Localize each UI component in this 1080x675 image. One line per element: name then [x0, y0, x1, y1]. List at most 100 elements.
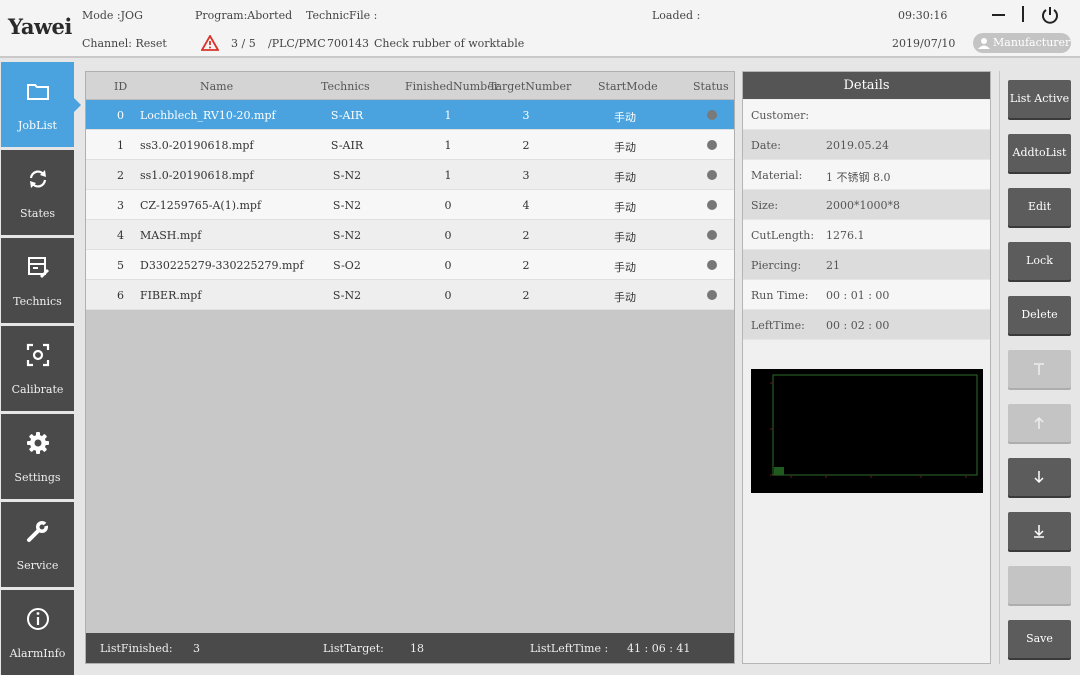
detail-row: Material: 1 不锈钢 8.0 — [743, 160, 990, 190]
detail-row: Size: 2000*1000*8 — [743, 190, 990, 220]
move-up-icon — [1034, 416, 1044, 429]
detail-key: CutLength: — [751, 229, 815, 242]
user-badge[interactable]: Manufacturer — [973, 33, 1071, 53]
list-target-label: ListTarget: — [323, 642, 384, 655]
delete-button[interactable]: Delete — [1008, 296, 1071, 334]
cell-startmode: 手动 — [614, 111, 636, 124]
edit-button[interactable]: Edit — [1008, 188, 1071, 226]
detail-value: 2000*1000*8 — [826, 199, 900, 212]
cell-target: 2 — [522, 259, 530, 272]
cell-finished: 0 — [444, 199, 452, 212]
program-status: Program:Aborted — [195, 9, 293, 22]
sidebar-item-states[interactable]: States — [1, 150, 74, 235]
status-indicator — [707, 170, 717, 180]
list-finished-label: ListFinished: — [100, 642, 173, 655]
cell-target: 4 — [522, 199, 530, 212]
cell-startmode: 手动 — [614, 261, 636, 274]
detail-value: 00 : 01 : 00 — [826, 289, 890, 302]
action-button-column: List Active AddtoList Edit Lock Delete S… — [999, 71, 1080, 664]
move-down-button[interactable] — [1008, 458, 1071, 496]
cell-target: 3 — [522, 109, 530, 122]
status-indicator — [707, 200, 717, 210]
detail-row: CutLength: 1276.1 — [743, 220, 990, 250]
table-row[interactable]: 2 ss1.0-20190618.mpf S-N2 1 3 手动 — [86, 160, 734, 190]
table-row[interactable]: 6 FIBER.mpf S-N2 0 2 手动 — [86, 280, 734, 310]
minimize-button[interactable] — [990, 4, 1008, 24]
cell-finished: 0 — [444, 229, 452, 242]
cell-id: 6 — [117, 289, 124, 302]
detail-key: Customer: — [751, 109, 810, 122]
table-row[interactable]: 3 CZ-1259765-A(1).mpf S-N2 0 4 手动 — [86, 190, 734, 220]
move-to-bottom-button[interactable] — [1008, 512, 1071, 550]
table-row[interactable]: 5 D330225279-330225279.mpf S-O2 0 2 手动 — [86, 250, 734, 280]
lock-button[interactable]: Lock — [1008, 242, 1071, 280]
clock-time: 09:30:16 — [898, 9, 948, 22]
table-row[interactable]: 0 Lochblech_RV10-20.mpf S-AIR 1 3 手动 — [86, 100, 734, 130]
technic-file-status: TechnicFile : — [306, 9, 378, 22]
table-row[interactable]: 1 ss3.0-20190618.mpf S-AIR 1 2 手动 — [86, 130, 734, 160]
column-header-technics[interactable]: Technics — [321, 80, 370, 93]
cell-technics: S-AIR — [330, 139, 364, 152]
details-panel: Details Customer: Date: 2019.05.24 Mater… — [742, 71, 991, 664]
detail-row: Customer: — [743, 100, 990, 130]
column-header-target[interactable]: TargetNumber — [489, 80, 571, 93]
column-header-name[interactable]: Name — [200, 80, 233, 93]
sidebar-item-label: Technics — [13, 295, 62, 308]
cell-target: 3 — [522, 169, 530, 182]
column-header-finished[interactable]: FinishedNumber — [405, 80, 499, 93]
sidebar-item-service[interactable]: Service — [1, 502, 74, 587]
status-indicator — [707, 260, 717, 270]
status-indicator — [707, 140, 717, 150]
sidebar-item-label: JobList — [18, 119, 57, 132]
cell-finished: 0 — [444, 259, 452, 272]
sidebar-item-joblist[interactable]: JobList — [1, 62, 81, 147]
cell-id: 5 — [117, 259, 124, 272]
list-finished-value: 3 — [193, 642, 200, 655]
move-down-icon — [1034, 471, 1044, 484]
sidebar-item-label: Settings — [14, 471, 61, 484]
sidebar-item-settings[interactable]: Settings — [1, 414, 74, 499]
alarm-warning-icon[interactable] — [201, 35, 219, 51]
top-status-bar: Yawei Mode :JOG Program:Aborted TechnicF… — [0, 0, 1080, 58]
move-up-button[interactable] — [1008, 404, 1071, 442]
gear-icon — [27, 432, 49, 454]
cell-name: ss1.0-20190618.mpf — [140, 169, 254, 182]
detail-key: Date: — [751, 139, 782, 152]
sidebar-item-calibrate[interactable]: Calibrate — [1, 326, 74, 411]
list-left-time-label: ListLeftTime : — [530, 642, 609, 655]
save-button[interactable]: Save — [1008, 620, 1071, 658]
refresh-icon — [29, 170, 47, 188]
table-row[interactable]: 4 MASH.mpf S-N2 0 2 手动 — [86, 220, 734, 250]
cell-startmode: 手动 — [614, 291, 636, 304]
cell-name: MASH.mpf — [140, 229, 202, 242]
column-header-status[interactable]: Status — [693, 80, 729, 93]
move-bottom-icon — [1034, 525, 1044, 538]
loaded-status: Loaded : — [652, 9, 701, 22]
cell-name: ss3.0-20190618.mpf — [140, 139, 254, 152]
details-title: Details — [743, 72, 990, 99]
info-icon — [27, 608, 49, 630]
add-to-list-button[interactable]: AddtoList — [1008, 134, 1071, 172]
detail-value: 2019.05.24 — [826, 139, 889, 152]
alarm-message[interactable]: Check rubber of worktable — [374, 37, 524, 50]
cell-name: Lochblech_RV10-20.mpf — [140, 109, 276, 122]
sidebar-item-alarminfo[interactable]: AlarmInfo — [1, 590, 74, 675]
move-to-top-button[interactable] — [1008, 350, 1071, 388]
column-header-id[interactable]: ID — [114, 80, 127, 93]
cell-target: 2 — [522, 139, 530, 152]
status-indicator — [707, 110, 717, 120]
cell-startmode: 手动 — [614, 141, 636, 154]
alarm-code: 700143 — [327, 37, 369, 50]
blank-button[interactable] — [1008, 566, 1071, 604]
detail-key: LeftTime: — [751, 319, 805, 332]
sidebar-nav: JobList States Technics Calibrate Settin… — [0, 60, 81, 675]
cell-technics: S-N2 — [332, 289, 362, 302]
sidebar-item-technics[interactable]: Technics — [1, 238, 74, 323]
power-button[interactable] — [1040, 4, 1060, 26]
wrench-icon — [27, 521, 50, 542]
column-header-startmode[interactable]: StartMode — [598, 80, 658, 93]
cell-id: 3 — [117, 199, 124, 212]
list-active-button[interactable]: List Active — [1008, 80, 1071, 118]
cell-startmode: 手动 — [614, 231, 636, 244]
power-icon — [1042, 7, 1058, 24]
